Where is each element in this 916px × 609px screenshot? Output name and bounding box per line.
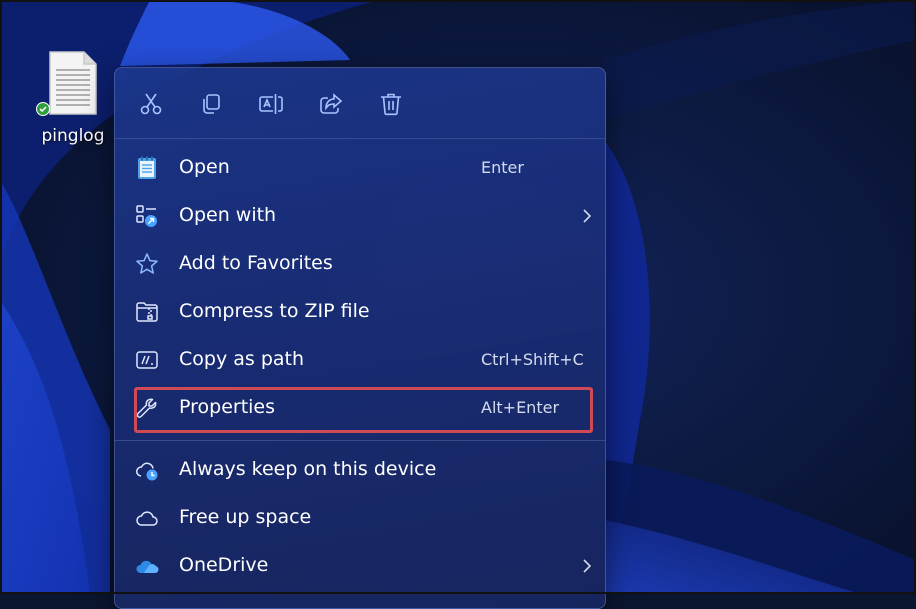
copy-button[interactable] — [196, 89, 226, 119]
menu-item-open-with[interactable]: Open with — [133, 194, 593, 238]
rename-button[interactable] — [256, 89, 286, 119]
menu-item-open[interactable]: Open Enter — [133, 146, 593, 190]
rename-icon — [259, 94, 283, 114]
cut-button[interactable] — [136, 89, 166, 119]
copy-icon — [203, 94, 220, 114]
menu-separator — [115, 440, 605, 441]
menu-item-add-to-favorites[interactable]: Add to Favorites — [133, 242, 593, 286]
delete-button[interactable] — [376, 89, 406, 119]
context-menu: Open Enter Open with Add to Favorites Co… — [114, 67, 606, 609]
menu-item-compress-zip[interactable]: Compress to ZIP file — [133, 290, 593, 334]
menu-item-copy-as-path[interactable]: Copy as path Ctrl+Shift+C — [133, 338, 593, 382]
menu-item-always-keep[interactable]: Always keep on this device — [133, 448, 593, 492]
star-icon — [136, 253, 158, 274]
document-file-icon — [49, 51, 97, 115]
menu-item-onedrive[interactable]: OneDrive — [133, 544, 593, 588]
chevron-right-icon — [583, 559, 592, 573]
properties-highlight-box — [134, 387, 593, 433]
trash-icon — [381, 93, 401, 116]
open-with-icon — [136, 205, 157, 227]
context-menu-toolbar — [115, 68, 605, 139]
zip-folder-icon — [136, 302, 158, 322]
menu-item-label: Copy as path — [179, 348, 305, 370]
menu-item-label: Open with — [179, 204, 277, 226]
menu-item-free-up-space[interactable]: Free up space — [133, 496, 593, 540]
cloud-sync-icon — [136, 462, 158, 481]
menu-item-label: Always keep on this device — [179, 458, 437, 480]
menu-item-shortcut: Enter — [481, 158, 524, 177]
share-icon — [320, 93, 343, 114]
scissors-icon — [140, 93, 162, 115]
chevron-right-icon — [583, 209, 592, 223]
menu-item-label: OneDrive — [179, 554, 269, 576]
synced-check-icon — [36, 102, 50, 116]
desktop-file-pinglog[interactable]: pinglog — [28, 46, 118, 150]
menu-item-label: Free up space — [179, 506, 312, 528]
desktop-file-label: pinglog — [41, 126, 105, 146]
menu-item-label: Open — [179, 156, 230, 178]
cloud-icon — [136, 511, 158, 526]
share-button[interactable] — [316, 89, 346, 119]
onedrive-icon — [136, 560, 159, 573]
menu-item-label: Compress to ZIP file — [179, 300, 370, 322]
notepad-icon — [138, 156, 156, 179]
menu-item-label: Add to Favorites — [179, 252, 333, 274]
copy-path-icon — [136, 351, 158, 369]
menu-item-shortcut: Ctrl+Shift+C — [481, 350, 584, 369]
